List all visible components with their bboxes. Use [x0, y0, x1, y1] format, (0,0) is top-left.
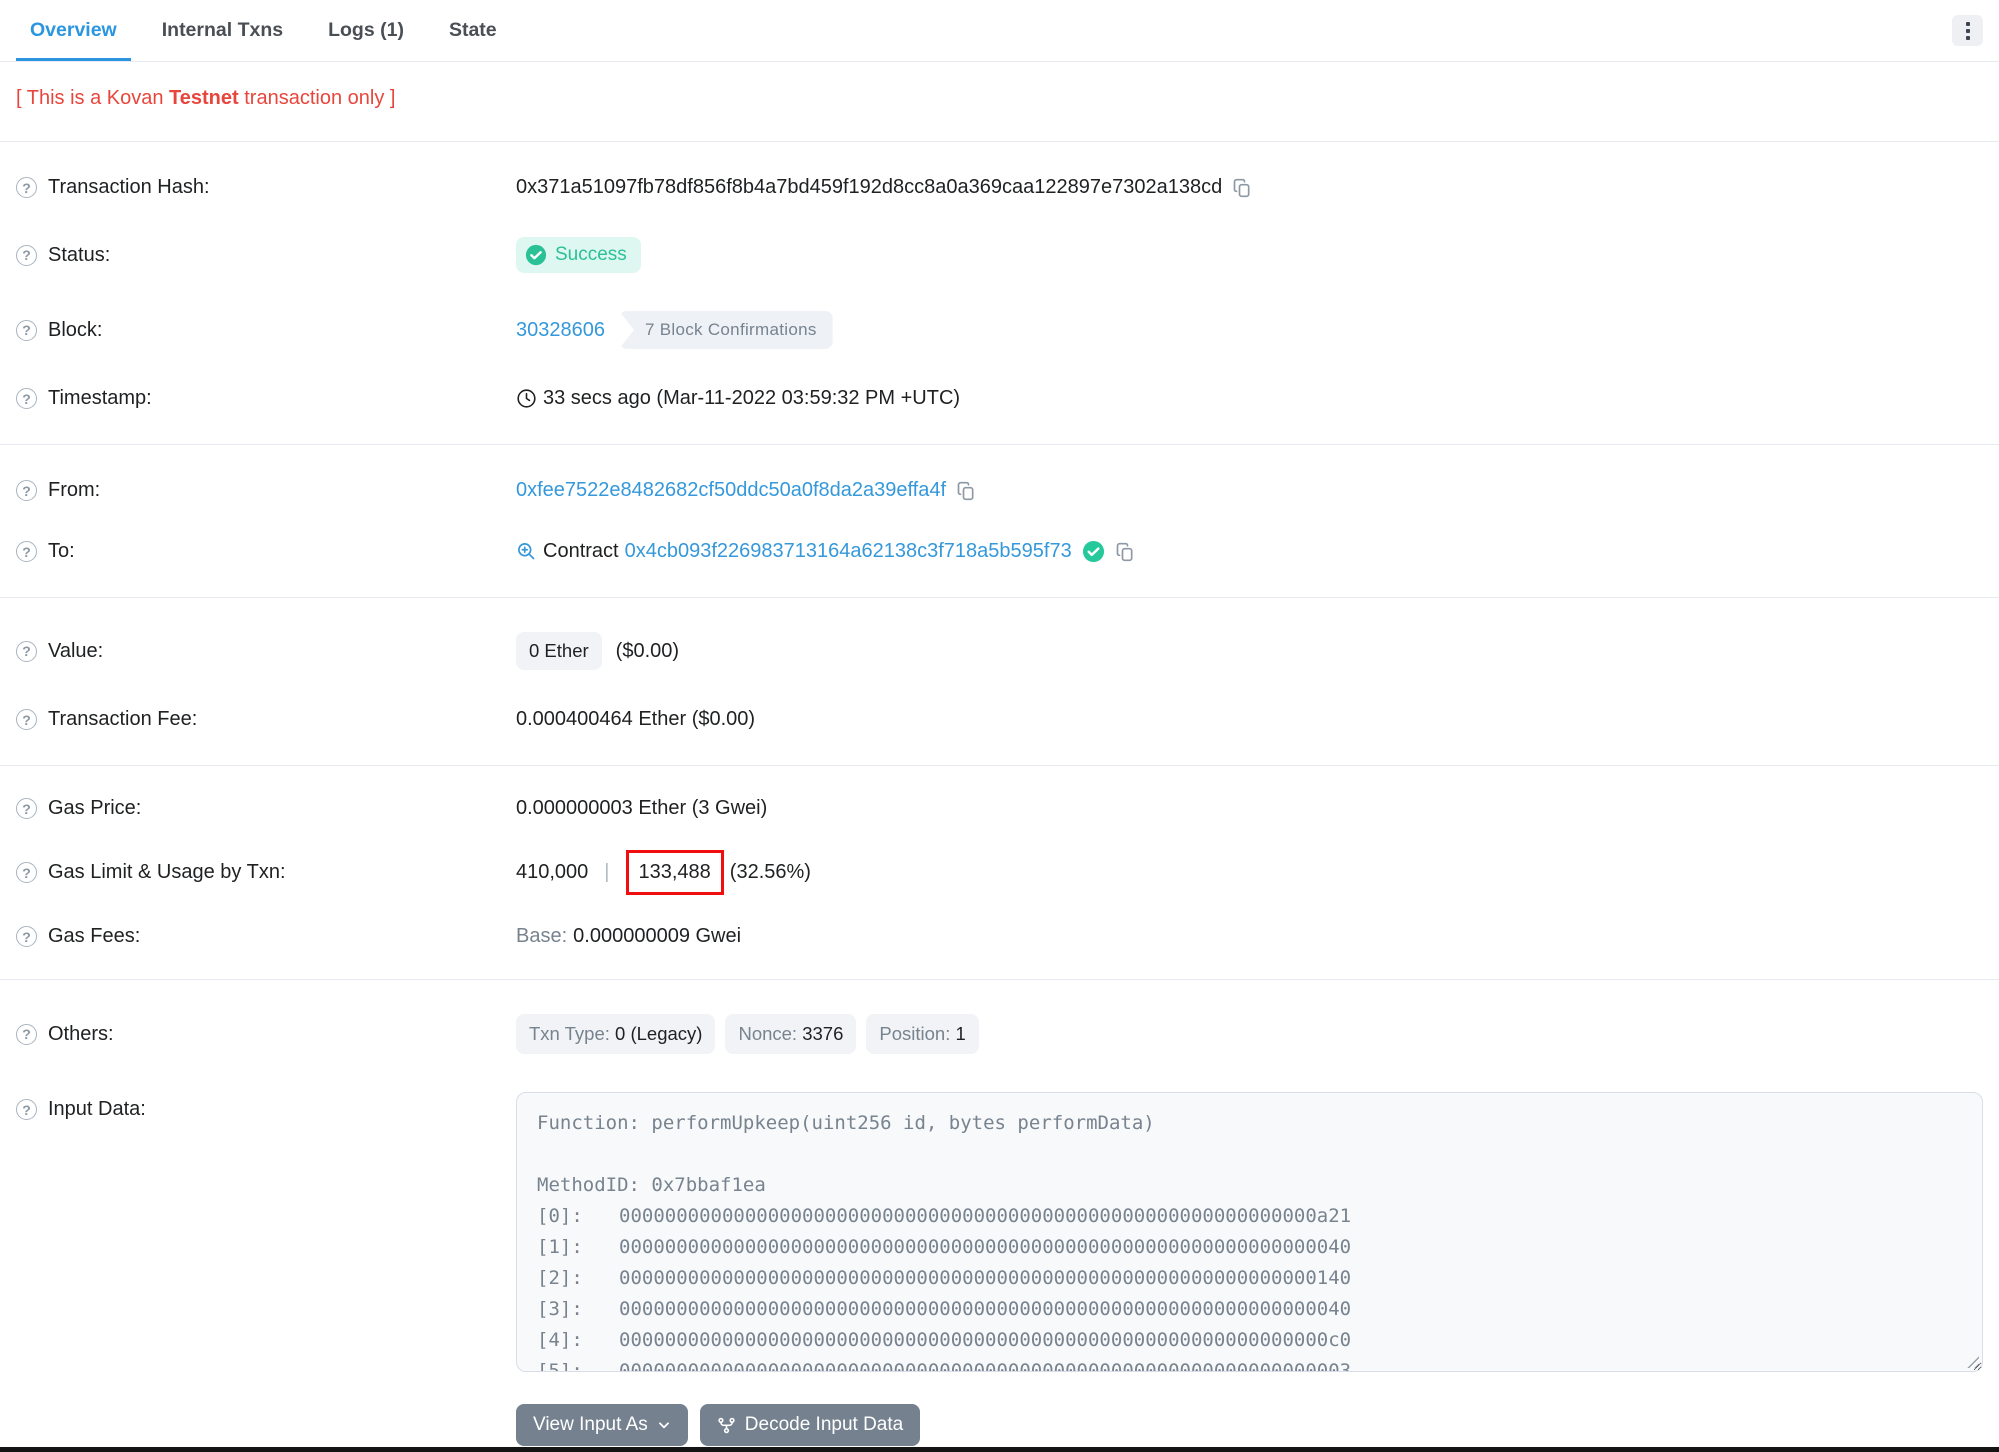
help-icon: ? [16, 1023, 37, 1045]
transaction-overview-page: Overview Internal Txns Logs (1) State [ … [0, 0, 1999, 1452]
block-confirmations-badge: 7 Block Confirmations [618, 311, 833, 349]
row-transaction-fee: ? Transaction Fee: 0.000400464 Ether ($0.… [0, 689, 1999, 750]
row-others: ? Others: Txn Type: 0 (Legacy) Nonce: 337… [0, 995, 1999, 1073]
from-address-link[interactable]: 0xfee7522e8482682cf50ddc50a0f8da2a39effa… [516, 479, 946, 502]
row-label: Status: [48, 243, 111, 266]
help-icon: ? [16, 798, 37, 819]
screenshot-bottom-edge [0, 1447, 1999, 1452]
section-value-fee: ? Value: 0 Ether ($0.00) ? Transaction Fee… [0, 598, 1999, 765]
tab-internal-txns[interactable]: Internal Txns [148, 0, 297, 61]
row-gas-limit-usage: ? Gas Limit & Usage by Txn: 410,000 | 133… [0, 839, 1999, 906]
help-icon: ? [16, 388, 37, 409]
help-icon: ? [16, 926, 37, 947]
section-hash-status-block-time: ? Transaction Hash: 0x371a51097fb78df856f… [0, 142, 1999, 444]
gas-price-value: 0.000000003 Ether (3 Gwei) [516, 797, 768, 819]
input-data-actions: View Input As Decode Input Data [516, 1404, 1999, 1446]
tab-overview[interactable]: Overview [16, 0, 131, 61]
position-badge: Position: 1 [866, 1014, 979, 1054]
input-function-line: Function: performUpkeep(uint256 id, byte… [537, 1112, 1155, 1134]
nonce-badge: Nonce: 3376 [725, 1014, 857, 1054]
tab-bar: Overview Internal Txns Logs (1) State [0, 0, 1999, 62]
help-icon: ? [16, 640, 37, 662]
row-from: ? From: 0xfee7522e8482682cf50ddc50a0f8da2… [0, 460, 1999, 521]
gas-used-value: 133,488 [638, 861, 711, 883]
row-transaction-hash: ? Transaction Hash: 0x371a51097fb78df856f… [0, 157, 1999, 218]
status-badge: Success [516, 237, 641, 273]
row-label: Others: [48, 1022, 114, 1045]
help-icon: ? [16, 177, 37, 198]
chevron-down-icon [658, 1422, 669, 1429]
input-word-row: [2]: 000000000000000000000000000000000000… [537, 1267, 1352, 1289]
row-label: Timestamp: [48, 387, 152, 409]
decode-input-data-button[interactable]: Decode Input Data [699, 1404, 921, 1446]
row-to: ? To: Contract 0x4cb093f226983713164a6213… [0, 521, 1999, 582]
input-word-row: [3]: 000000000000000000000000000000000000… [537, 1298, 1352, 1320]
kebab-dot [1965, 35, 1970, 40]
row-label: To: [48, 540, 75, 562]
check-circle-icon [525, 244, 547, 266]
gas-used-percent: (32.56%) [729, 861, 811, 883]
input-word-row: [5]: 000000000000000000000000000000000000… [537, 1360, 1352, 1372]
row-label: From: [48, 479, 101, 501]
row-label: Gas Price: [48, 797, 142, 819]
kebab-dot [1965, 28, 1970, 33]
help-icon: ? [16, 319, 37, 341]
clock-icon [517, 389, 536, 408]
transaction-hash-value: 0x371a51097fb78df856f8b4a7bd459f192d8cc8… [516, 176, 1223, 198]
input-word-row: [1]: 000000000000000000000000000000000000… [537, 1236, 1352, 1258]
help-icon: ? [16, 480, 37, 501]
help-icon: ? [16, 1099, 37, 1120]
input-word-row: [4]: 000000000000000000000000000000000000… [537, 1329, 1352, 1351]
verified-check-icon [1082, 540, 1104, 563]
magnifier-plus-icon[interactable] [516, 541, 537, 562]
copy-icon[interactable] [1232, 178, 1252, 198]
ether-value-badge: 0 Ether [516, 632, 602, 670]
row-status: ? Status: Success [0, 218, 1999, 292]
base-fee-label: Base: [516, 925, 568, 947]
help-icon: ? [16, 244, 37, 266]
section-others-input: ? Others: Txn Type: 0 (Legacy) Nonce: 337… [0, 980, 1999, 1452]
row-value: ? Value: 0 Ether ($0.00) [0, 613, 1999, 689]
kebab-dot [1965, 21, 1970, 26]
input-word-row: [0]: 000000000000000000000000000000000000… [537, 1205, 1352, 1227]
block-number-link[interactable]: 30328606 [516, 319, 605, 342]
row-label: Block: [48, 318, 103, 341]
to-address-link[interactable]: 0x4cb093f226983713164a62138c3f718a5b595f… [625, 540, 1072, 563]
tab-state[interactable]: State [435, 0, 511, 61]
copy-icon[interactable] [1115, 542, 1135, 562]
view-input-as-button[interactable]: View Input As [516, 1404, 688, 1446]
to-kind-label: Contract [543, 540, 619, 562]
row-input-data: ? Input Data: Function: performUpkeep(uin… [0, 1073, 1999, 1391]
row-label: Transaction Fee: [48, 708, 198, 730]
base-fee-value: 0.000000009 Gwei [573, 925, 742, 947]
copy-icon[interactable] [956, 481, 976, 501]
pipe-separator: | [604, 861, 610, 883]
kebab-menu-button[interactable] [1952, 15, 1983, 46]
help-icon: ? [16, 541, 37, 562]
tab-logs[interactable]: Logs (1) [314, 0, 418, 61]
annotation-highlight-box: 133,488 [625, 850, 724, 895]
row-gas-fees: ? Gas Fees: Base: 0.000000009 Gwei [0, 906, 1999, 967]
row-timestamp: ? Timestamp: 33 secs ago (Mar-11-2022 03:… [0, 368, 1999, 429]
txn-type-badge: Txn Type: 0 (Legacy) [516, 1014, 716, 1054]
testnet-banner: [ This is a Kovan Testnet transaction on… [16, 87, 396, 109]
timestamp-value: 33 secs ago (Mar-11-2022 03:59:32 PM +UT… [543, 387, 961, 409]
gas-limit-value: 410,000 [516, 861, 589, 883]
help-icon: ? [16, 862, 37, 883]
transaction-fee-value: 0.000400464 Ether ($0.00) [516, 708, 756, 730]
help-icon: ? [16, 709, 37, 730]
usd-value: ($0.00) [615, 639, 680, 662]
input-data-textarea[interactable]: Function: performUpkeep(uint256 id, byte… [516, 1092, 1983, 1372]
row-label: Gas Limit & Usage by Txn: [48, 861, 286, 883]
row-block: ? Block: 30328606 7 Block Confirmations [0, 292, 1999, 368]
row-gas-price: ? Gas Price: 0.000000003 Ether (3 Gwei) [0, 778, 1999, 839]
row-label: Transaction Hash: [48, 176, 210, 198]
code-fork-icon [718, 1417, 735, 1433]
row-label: Gas Fees: [48, 925, 141, 947]
section-gas: ? Gas Price: 0.000000003 Ether (3 Gwei) ?… [0, 766, 1999, 979]
section-from-to: ? From: 0xfee7522e8482682cf50ddc50a0f8da2… [0, 445, 1999, 597]
row-label: Value: [48, 639, 104, 662]
row-label: Input Data: [48, 1098, 146, 1120]
input-methodid-line: MethodID: 0x7bbaf1ea [537, 1174, 766, 1196]
